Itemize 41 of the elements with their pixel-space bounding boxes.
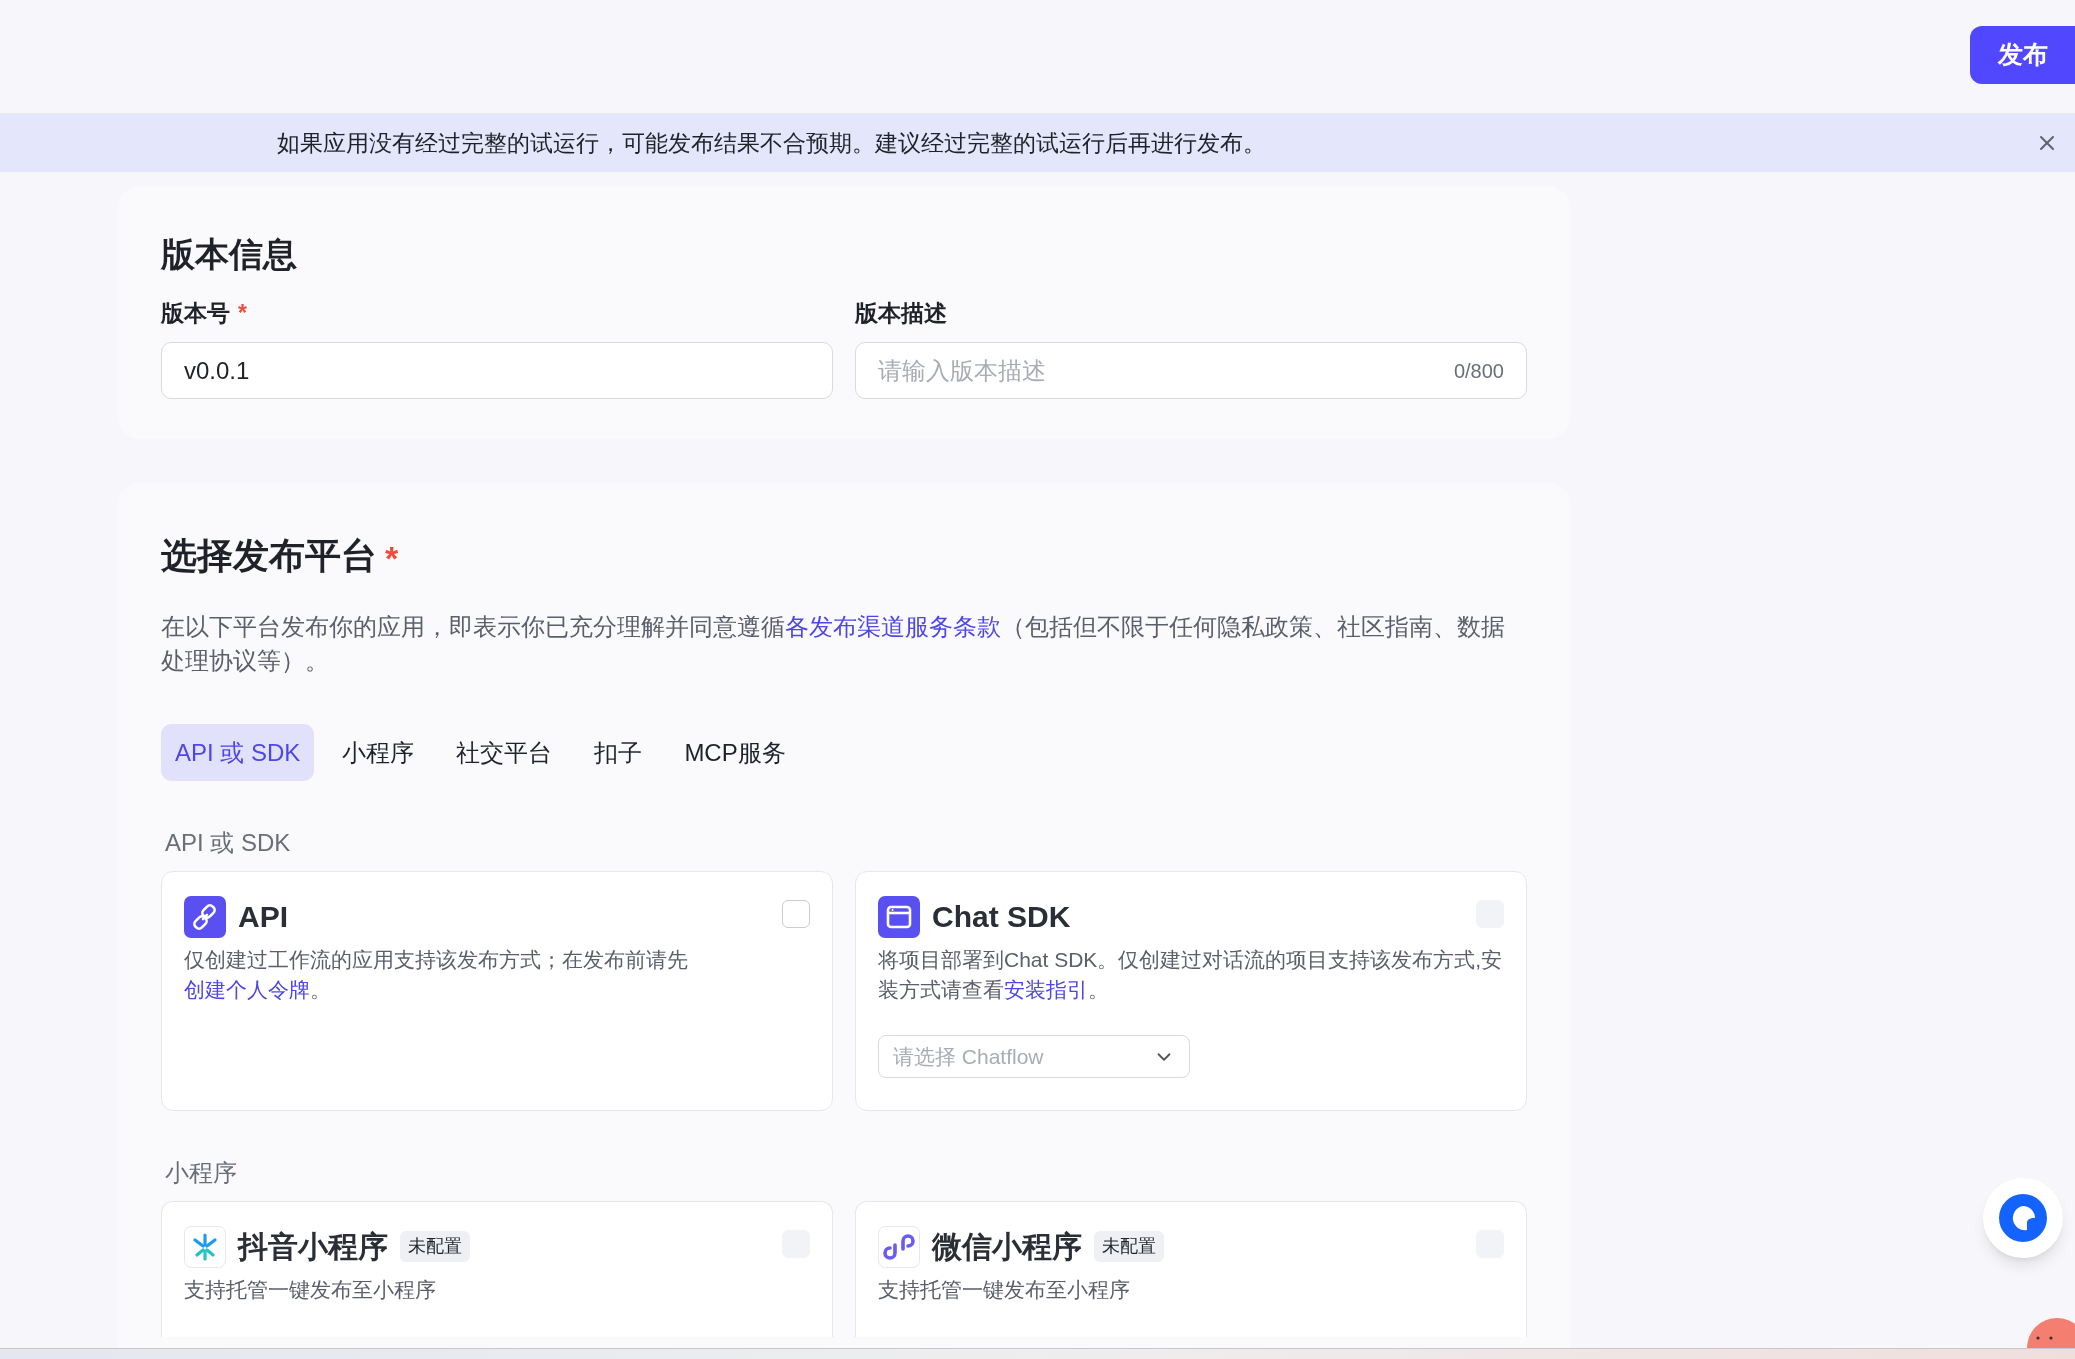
loop-icon	[878, 1225, 920, 1268]
option-title: 微信小程序	[932, 1229, 1082, 1265]
status-badge: 未配置	[1094, 1231, 1164, 1262]
text-field[interactable]: v0.0.1	[161, 342, 833, 399]
character-counter: 0/800	[1453, 358, 1504, 384]
platform-tab[interactable]: 小程序	[328, 724, 429, 781]
field-label: 版本号	[161, 298, 230, 328]
option-description: 支持托管一键发布至小程序	[878, 1277, 1131, 1303]
text-field[interactable]: 请输入版本描述 0/800	[855, 342, 1527, 399]
option-description: 将项目部署到Chat SDK。仅创建过对话流的项目支持该发布方式,安装方式请查看安装指引。	[878, 947, 1504, 1003]
link-icon	[184, 895, 226, 938]
field-placeholder: 请输入版本描述	[878, 355, 1047, 386]
platform-tab[interactable]: MCP服务	[670, 724, 800, 781]
option-description: 仅创建过工作流的应用支持该发布方式；在发布前请先 创建个人令牌。	[184, 947, 689, 1003]
chat-bubble-icon	[1999, 1194, 2047, 1242]
group-label: 小程序	[164, 1158, 238, 1188]
warning-text: 如果应用没有经过完整的试运行，可能发布结果不合预期。建议经过完整的试运行后再进行发布。	[277, 128, 1267, 158]
mascot-drawing	[2027, 1318, 2075, 1348]
section-title: 版本信息	[161, 234, 298, 275]
publish-button[interactable]: 发布	[1970, 26, 2075, 84]
platform-tab[interactable]: 社交平台	[442, 724, 567, 781]
option-title: Chat SDK	[932, 899, 1071, 935]
required-mark: *	[238, 298, 247, 328]
status-badge: 未配置	[400, 1231, 470, 1262]
platform-option-card[interactable]: API 仅创建过工作流的应用支持该发布方式；在发布前请先 创建个人令牌。	[161, 871, 833, 1111]
platform-tab[interactable]: API 或 SDK	[161, 724, 315, 781]
terms-link[interactable]: 创建个人令牌	[184, 978, 310, 1001]
terms-notice: 在以下平台发布你的应用，即表示你已充分理解并同意遵循各发布渠道服务条款（包括但不限于任何隐私政策、社区指南、数据处理协议等）。	[161, 612, 1506, 676]
option-title: API	[238, 899, 288, 935]
asterisk-icon	[184, 1225, 226, 1268]
required-mark: *	[385, 538, 399, 579]
window-icon	[878, 895, 920, 938]
option-title: 抖音小程序	[238, 1229, 388, 1265]
field-value: v0.0.1	[184, 355, 251, 386]
terms-link[interactable]: 各发布渠道服务条款	[785, 613, 1001, 640]
field-label: 版本描述	[855, 298, 947, 328]
platform-tab[interactable]: 扣子	[580, 724, 657, 781]
checkbox[interactable]	[782, 899, 810, 928]
option-description: 支持托管一键发布至小程序	[184, 1277, 437, 1303]
group-label: API 或 SDK	[164, 828, 292, 858]
section-title: 选择发布平台	[161, 534, 377, 578]
